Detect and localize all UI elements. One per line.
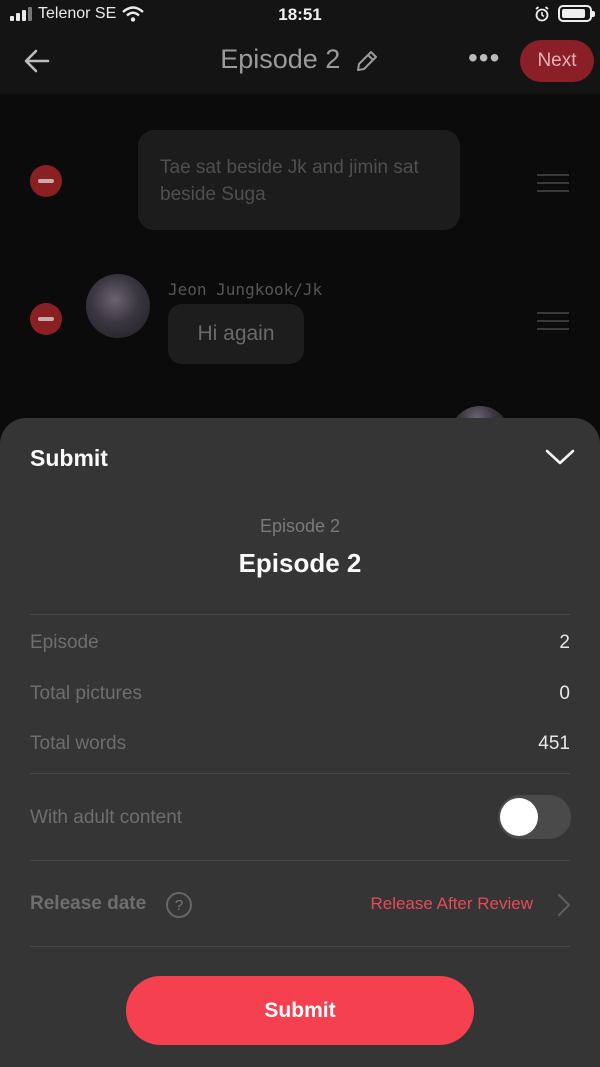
chevron-down-icon[interactable] [544, 446, 576, 468]
episode-subtitle: Episode 2 [259, 516, 341, 536]
header-title: Episode 2 [220, 44, 341, 74]
alarm-icon [535, 5, 549, 21]
stat-value-words: 451 [538, 733, 570, 754]
more-options-icon[interactable]: ••• [468, 44, 500, 72]
divider [30, 614, 570, 615]
stat-value-episode: 2 [559, 632, 570, 653]
nav-row: Episode 2 ••• Next [0, 36, 600, 86]
submit-sheet: Submit Episode 2 Episode 2 Episode 2 Tot… [0, 418, 600, 1067]
character-name: Jeon Jungkook/Jk [168, 280, 323, 299]
release-date-value[interactable]: Release After Review [370, 894, 533, 914]
battery-icon [558, 5, 595, 22]
remove-icon[interactable] [30, 165, 62, 197]
divider [30, 860, 570, 861]
episode-title: Episode 2 [238, 548, 362, 578]
message-bubble[interactable]: Hi again [168, 304, 304, 364]
next-button[interactable]: Next [520, 40, 594, 82]
episode-title-header[interactable]: Episode 2 [0, 44, 600, 75]
divider [30, 773, 570, 774]
stat-label-pictures: Total pictures [30, 683, 142, 704]
status-bar: Telenor SE 18:51 [0, 0, 600, 30]
drag-handle-icon[interactable] [537, 174, 569, 198]
sheet-title: Submit [30, 445, 108, 471]
avatar [86, 274, 150, 338]
stat-value-pictures: 0 [559, 683, 570, 704]
drag-handle-icon[interactable] [537, 312, 569, 336]
narration-bubble[interactable]: Tae sat beside Jk and jimin sat beside S… [138, 130, 460, 230]
help-icon[interactable]: ? [166, 892, 192, 918]
status-right [534, 5, 595, 22]
divider [30, 946, 570, 947]
adult-content-toggle[interactable] [498, 795, 571, 839]
submit-button[interactable]: Submit [126, 976, 474, 1045]
stat-label-words: Total words [30, 733, 127, 754]
chevron-right-icon[interactable] [556, 892, 572, 918]
remove-icon[interactable] [30, 303, 62, 335]
adult-content-label: With adult content [30, 807, 183, 828]
edit-pencil-icon[interactable] [354, 48, 380, 74]
stat-label-episode: Episode [30, 632, 99, 653]
top-bar: Telenor SE 18:51 Episode 2 ••• Next [0, 0, 600, 94]
clock: 18:51 [278, 5, 322, 24]
release-date-label: Release date [30, 893, 147, 914]
toggle-knob [500, 798, 538, 836]
